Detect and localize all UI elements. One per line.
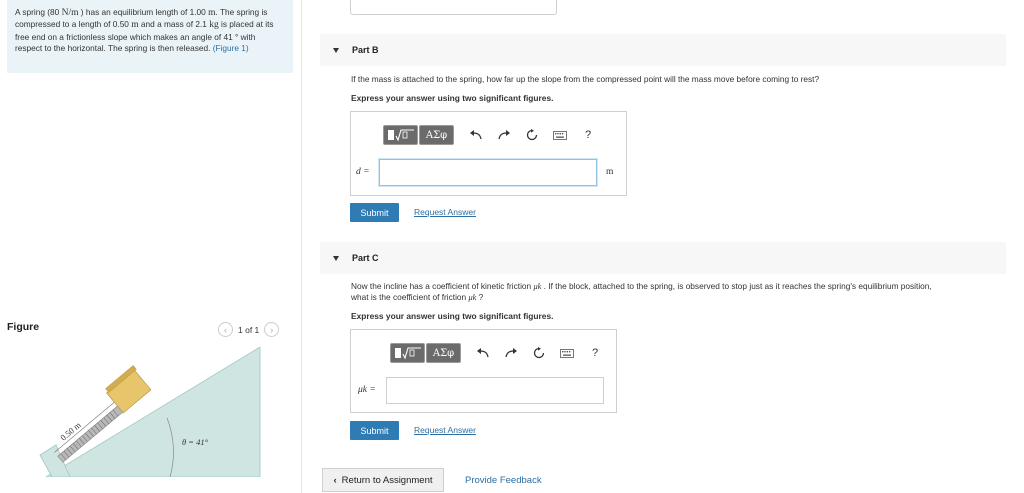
problem-text: and a mass of 2.1: [138, 19, 210, 30]
part-b-instruction: Express your answer using two significan…: [351, 93, 554, 103]
question-text: what is the coefficient of friction: [351, 292, 469, 302]
question-text: Now the incline has a coefficient of kin…: [351, 281, 534, 291]
templates-button[interactable]: [383, 125, 418, 145]
part-b-question: If the mass is attached to the spring, h…: [351, 74, 820, 84]
figure-title: Figure: [7, 321, 40, 333]
question-text: ?: [476, 292, 484, 302]
part-c-toolbar: ΑΣφ ?: [390, 343, 603, 363]
part-c-header[interactable]: Part C: [320, 242, 1006, 274]
part-b-request-answer-link[interactable]: Request Answer: [414, 207, 476, 217]
incline-figure: 0.50 m θ = 41°: [39, 347, 261, 477]
help-icon[interactable]: ?: [587, 345, 603, 361]
incline-wedge: [45, 347, 261, 477]
unit-kg: kg: [209, 20, 219, 31]
undo-icon[interactable]: [468, 127, 484, 143]
part-b-unit: m: [606, 167, 614, 177]
chevron-left-icon: ‹: [333, 474, 337, 486]
part-b-header[interactable]: Part B: [320, 34, 1006, 66]
part-c-answer-input[interactable]: [386, 377, 604, 404]
part-c-question: Now the incline has a coefficient of kin…: [351, 281, 1011, 303]
left-panel: A spring (80 N/m ) has an equilibrium le…: [0, 0, 302, 493]
prev-figure-button[interactable]: ‹: [218, 322, 233, 337]
symbols-button[interactable]: ΑΣφ: [426, 343, 461, 363]
part-b-title: Part B: [352, 45, 379, 55]
part-c-instruction: Express your answer using two significan…: [351, 311, 554, 321]
reset-icon[interactable]: [531, 345, 547, 361]
unit-nm: N/m: [61, 8, 79, 18]
previous-answer-box: [350, 0, 557, 15]
problem-text: A spring (80: [15, 7, 62, 17]
return-label: Return to Assignment: [341, 474, 433, 486]
part-c-title: Part C: [352, 253, 379, 263]
help-icon[interactable]: ?: [580, 127, 596, 143]
figure-pager: ‹ 1 of 1 ›: [218, 322, 280, 337]
question-text: . If the block, attached to the spring, …: [541, 281, 932, 291]
collapse-caret-icon: [333, 255, 339, 261]
part-b-submit-button[interactable]: Submit: [350, 203, 399, 222]
redo-icon[interactable]: [503, 345, 519, 361]
undo-icon[interactable]: [475, 345, 491, 361]
mass-block: [106, 369, 152, 414]
part-b-variable-label: d =: [356, 167, 370, 177]
problem-statement: A spring (80 N/m ) has an equilibrium le…: [7, 0, 293, 73]
problem-text: ) has an equilibrium length of 1.00: [78, 7, 209, 17]
part-c-submit-button[interactable]: Submit: [350, 421, 399, 440]
next-figure-button[interactable]: ›: [264, 322, 280, 337]
unit-m: m: [131, 20, 139, 31]
collapse-caret-icon: [333, 47, 339, 53]
part-c-variable-label: μk =: [358, 385, 376, 395]
reset-icon[interactable]: [524, 127, 540, 143]
part-c-request-answer-link[interactable]: Request Answer: [414, 425, 476, 435]
redo-icon[interactable]: [496, 127, 512, 143]
figure-page-count: 1 of 1: [238, 324, 260, 335]
templates-icon: [394, 347, 421, 360]
angle-label: θ = 41°: [182, 437, 209, 447]
symbols-button[interactable]: ΑΣφ: [419, 125, 454, 145]
provide-feedback-link[interactable]: Provide Feedback: [465, 475, 542, 486]
figure-link[interactable]: (Figure 1): [213, 43, 249, 53]
part-b-toolbar: ΑΣφ ?: [383, 125, 596, 145]
templates-button[interactable]: [390, 343, 425, 363]
part-b-answer-input[interactable]: [379, 159, 597, 186]
return-to-assignment-button[interactable]: ‹ Return to Assignment: [322, 468, 444, 492]
keyboard-icon[interactable]: [559, 345, 575, 361]
keyboard-icon[interactable]: [552, 127, 568, 143]
templates-icon: [387, 129, 414, 142]
